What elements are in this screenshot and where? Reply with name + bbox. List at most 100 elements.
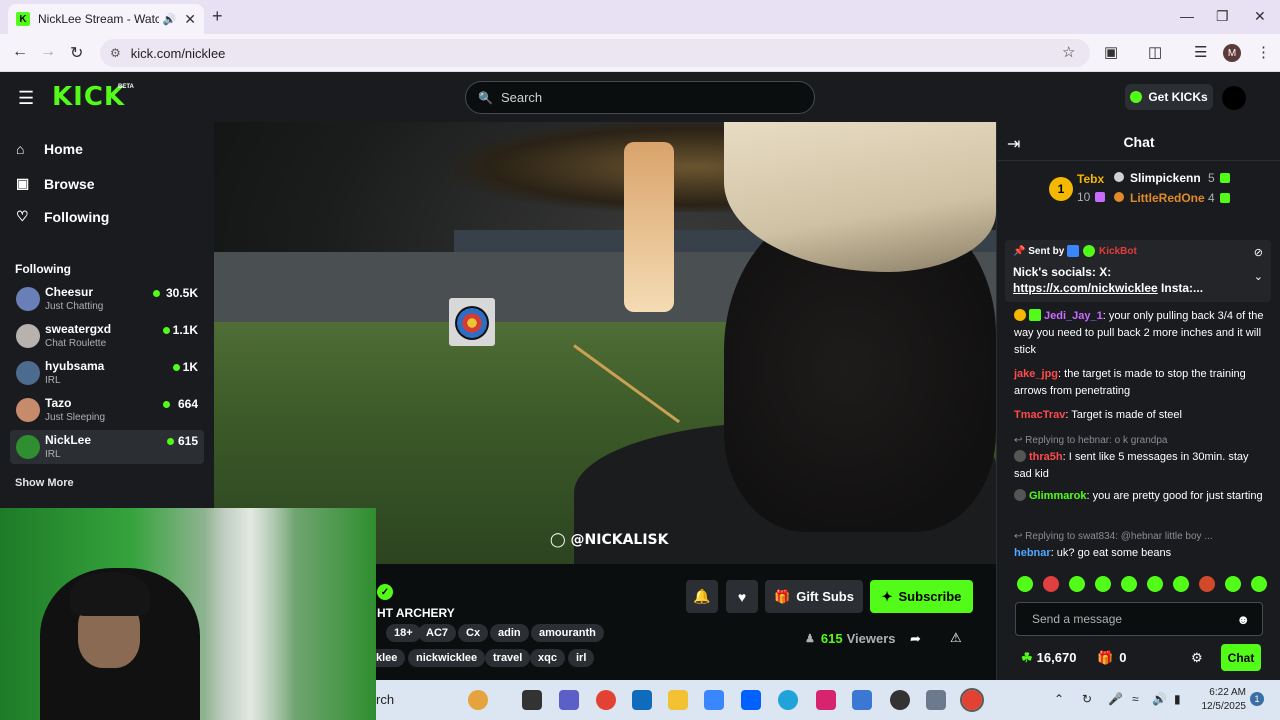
hamburger-menu-icon[interactable]: ☰ bbox=[18, 88, 34, 109]
edge-icon[interactable] bbox=[778, 690, 798, 710]
expand-pinned-icon[interactable]: ⌄ bbox=[1254, 270, 1263, 283]
follow-heart-button[interactable]: ♥ bbox=[726, 580, 758, 613]
task-view-icon[interactable] bbox=[522, 690, 542, 710]
leaderboard-second-name[interactable]: Slimpickenn bbox=[1130, 171, 1201, 185]
emote-icon[interactable] bbox=[1017, 576, 1033, 592]
followed-channel-active[interactable]: NickLee IRL 615 bbox=[10, 430, 204, 464]
wifi-icon[interactable]: ≈ bbox=[1132, 692, 1139, 706]
reply-context[interactable]: ↩ Replying to swat834: @hebnar little bo… bbox=[1014, 528, 1264, 545]
media-control-icon[interactable]: ☰ bbox=[1194, 43, 1207, 61]
tag-chip[interactable]: Cx bbox=[458, 624, 489, 642]
kick-logo[interactable]: KICK bbox=[52, 82, 125, 112]
dropbox-icon[interactable] bbox=[741, 690, 761, 710]
emote-icon[interactable] bbox=[1173, 576, 1189, 592]
file-explorer-icon[interactable] bbox=[668, 690, 688, 710]
forward-icon[interactable]: → bbox=[40, 43, 56, 61]
nav-following[interactable]: ♡ Following bbox=[16, 208, 109, 225]
battery-icon[interactable]: ▮ bbox=[1174, 692, 1181, 706]
emote-icon[interactable] bbox=[1199, 576, 1215, 592]
emote-icon[interactable] bbox=[1043, 576, 1059, 592]
menu-kebab-icon[interactable]: ⋮ bbox=[1256, 43, 1271, 61]
leaderboard-first-name[interactable]: Tebx bbox=[1077, 172, 1104, 186]
tag-chip[interactable]: klee bbox=[376, 649, 406, 667]
sync-icon[interactable]: ↻ bbox=[1082, 692, 1092, 706]
notification-badge[interactable]: 1 bbox=[1250, 692, 1264, 706]
chat-username[interactable]: hebnar bbox=[1014, 547, 1051, 559]
pinned-link[interactable]: https://x.com/nickwicklee bbox=[1013, 281, 1158, 295]
subscribe-button[interactable]: ✦ Subscribe bbox=[870, 580, 973, 613]
get-kicks-button[interactable]: Get KICKs bbox=[1125, 84, 1213, 110]
browser-tab[interactable]: K NickLee Stream - Watch Liv 🔊 ✕ bbox=[8, 4, 204, 34]
search-input[interactable]: 🔍 Search bbox=[465, 81, 815, 114]
tray-chevron-icon[interactable]: ⌃ bbox=[1054, 692, 1064, 706]
pinned-message[interactable]: 📌 Sent by KickBot ⊘ Nick's socials: X: h… bbox=[1005, 240, 1271, 302]
tag-chip[interactable]: travel bbox=[485, 649, 531, 667]
chat-settings-gear-icon[interactable]: ⚙ bbox=[1191, 650, 1203, 666]
user-avatar[interactable] bbox=[1222, 86, 1246, 110]
chat-username[interactable]: Jedi_Jay_1 bbox=[1044, 310, 1103, 322]
extensions-icon[interactable]: ▣ bbox=[1104, 43, 1118, 61]
hide-pinned-icon[interactable]: ⊘ bbox=[1254, 246, 1263, 259]
profile-avatar[interactable]: M bbox=[1223, 44, 1241, 62]
microphone-icon[interactable]: 🎤 bbox=[1108, 692, 1123, 706]
chrome-icon[interactable] bbox=[596, 690, 616, 710]
gift-subs-button[interactable]: 🎁 Gift Subs bbox=[765, 580, 863, 613]
reload-icon[interactable]: ↻ bbox=[70, 43, 83, 63]
followed-channel[interactable]: Tazo Just Sleeping 664 bbox=[10, 393, 204, 427]
system-clock[interactable]: 6:22 AM 12/5/2025 bbox=[1196, 686, 1247, 714]
tag-chip[interactable]: adin bbox=[490, 624, 529, 642]
chat-username[interactable]: Glimmarok bbox=[1029, 490, 1086, 502]
nav-browse[interactable]: ▣ Browse bbox=[16, 175, 95, 192]
site-info-icon[interactable]: ⚙ bbox=[110, 46, 121, 60]
leaderboard-third-name[interactable]: LittleRedOne bbox=[1130, 191, 1205, 205]
new-tab-icon[interactable]: + bbox=[212, 6, 223, 27]
emote-icon[interactable] bbox=[1121, 576, 1137, 592]
weather-widget-icon[interactable] bbox=[468, 690, 488, 710]
emoji-picker-icon[interactable]: ☻ bbox=[1236, 612, 1250, 627]
emote-icon[interactable] bbox=[1147, 576, 1163, 592]
chat-message-input[interactable]: Send a message ☻ bbox=[1015, 602, 1263, 636]
emote-icon[interactable] bbox=[1225, 576, 1241, 592]
bookmark-star-icon[interactable]: ☆ bbox=[1062, 43, 1075, 61]
address-bar[interactable]: ⚙ kick.com/nicklee bbox=[100, 39, 1090, 67]
chrome-active-icon[interactable] bbox=[960, 688, 984, 712]
instagram-app-icon[interactable] bbox=[816, 690, 836, 710]
chat-username[interactable]: thra5h bbox=[1029, 451, 1063, 463]
tag-chip[interactable]: nickwicklee bbox=[408, 649, 486, 667]
teams-icon[interactable] bbox=[559, 690, 579, 710]
tag-chip[interactable]: xqc bbox=[530, 649, 565, 667]
emote-icon[interactable] bbox=[1069, 576, 1085, 592]
vscode-icon[interactable] bbox=[704, 690, 724, 710]
taskbar-search[interactable]: rch bbox=[376, 692, 394, 707]
video-player[interactable]: ◯ @NICKALISK bbox=[214, 122, 996, 564]
emote-icon[interactable] bbox=[1095, 576, 1111, 592]
followed-channel[interactable]: hyubsama IRL 1K bbox=[10, 356, 204, 390]
restore-icon[interactable]: ❐ bbox=[1216, 8, 1229, 25]
sidebar-icon[interactable]: ◫ bbox=[1148, 43, 1162, 61]
share-icon[interactable]: ➦ bbox=[910, 631, 921, 647]
nav-home[interactable]: ⌂ Home bbox=[16, 141, 83, 157]
notification-bell-button[interactable]: 🔔 bbox=[686, 580, 718, 613]
report-warning-icon[interactable]: ⚠ bbox=[950, 630, 962, 646]
followed-channel[interactable]: sweatergxd Chat Roulette 1.1K bbox=[10, 319, 204, 353]
show-more-link[interactable]: Show More bbox=[15, 477, 74, 489]
emote-icon[interactable] bbox=[1251, 576, 1267, 592]
tag-chip[interactable]: AC7 bbox=[418, 624, 457, 642]
minimize-icon[interactable]: — bbox=[1180, 8, 1194, 24]
tag-chip[interactable]: 18+ bbox=[386, 624, 421, 642]
chat-username[interactable]: TmacTrav bbox=[1014, 409, 1065, 421]
back-icon[interactable]: ← bbox=[12, 43, 28, 61]
followed-channel[interactable]: Cheesur Just Chatting 30.5K bbox=[10, 282, 204, 316]
close-tab-icon[interactable]: ✕ bbox=[184, 11, 196, 28]
store-icon[interactable] bbox=[632, 690, 652, 710]
steam-icon[interactable] bbox=[890, 690, 910, 710]
kicks-balance[interactable]: ☘ 16,670 bbox=[1021, 650, 1076, 666]
reply-context[interactable]: ↩ Replying to hebnar: o k grandpa bbox=[1014, 432, 1264, 449]
speaker-icon[interactable]: 🔊 bbox=[163, 13, 177, 26]
tag-chip[interactable]: irl bbox=[568, 649, 595, 667]
volume-icon[interactable]: 🔊 bbox=[1152, 692, 1167, 706]
settings-app-icon[interactable] bbox=[926, 690, 946, 710]
chat-send-button[interactable]: Chat bbox=[1221, 644, 1261, 671]
chat-username[interactable]: jake_jpg bbox=[1014, 368, 1058, 380]
todo-icon[interactable] bbox=[852, 690, 872, 710]
